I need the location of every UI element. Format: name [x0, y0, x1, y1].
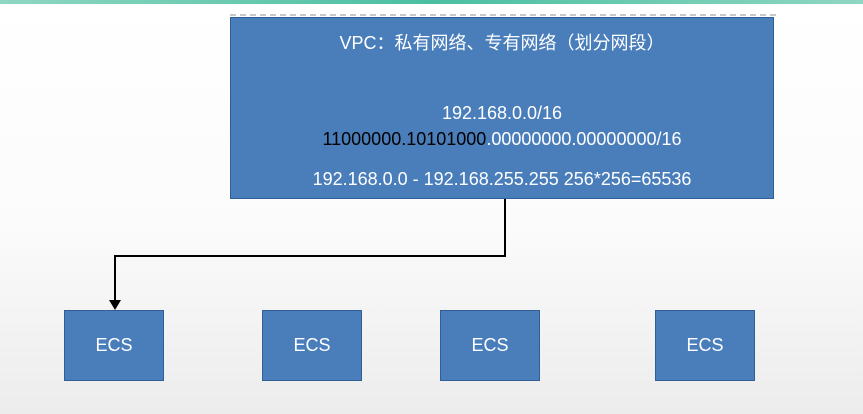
ecs-node-2: ECS [262, 310, 362, 381]
ecs-node-label: ECS [686, 335, 724, 355]
ecs-node-label: ECS [471, 335, 509, 355]
ecs-node-3: ECS [440, 310, 540, 381]
ecs-node-1: ECS [64, 310, 164, 381]
ecs-node-label: ECS [95, 335, 133, 355]
connector-arrowhead [109, 300, 121, 310]
ecs-node-label: ECS [293, 335, 331, 355]
ecs-node-4: ECS [655, 310, 755, 381]
connector-line [114, 199, 506, 302]
